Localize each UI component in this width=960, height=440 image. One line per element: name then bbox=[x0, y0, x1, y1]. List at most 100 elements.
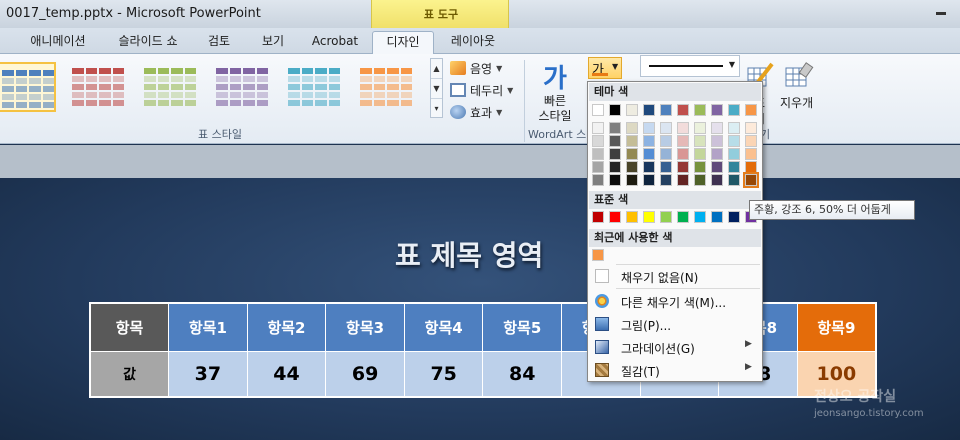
table-header-cell[interactable]: 항목1 bbox=[168, 302, 248, 352]
color-swatch[interactable] bbox=[660, 148, 672, 160]
color-swatch[interactable] bbox=[694, 174, 706, 186]
color-swatch[interactable] bbox=[711, 122, 723, 134]
color-swatch[interactable] bbox=[643, 135, 655, 147]
color-swatch[interactable] bbox=[745, 135, 757, 147]
quick-styles-button[interactable]: 빠른 스타일 bbox=[530, 94, 580, 124]
color-swatch[interactable] bbox=[728, 211, 740, 223]
table-style-thumb[interactable] bbox=[140, 62, 200, 112]
tab-layout[interactable]: 레이아웃 bbox=[440, 31, 506, 54]
color-swatch[interactable] bbox=[694, 122, 706, 134]
tab-acrobat[interactable]: Acrobat bbox=[304, 31, 366, 54]
tab-animations[interactable]: 애니메이션 bbox=[20, 31, 96, 54]
color-swatch[interactable] bbox=[694, 148, 706, 160]
color-swatch[interactable] bbox=[677, 104, 689, 116]
more-colors-item[interactable]: 다른 채우기 색(M)... bbox=[589, 290, 761, 312]
color-swatch[interactable] bbox=[643, 174, 655, 186]
table-header-cell[interactable]: 항목 bbox=[89, 302, 170, 352]
color-swatch[interactable] bbox=[711, 211, 723, 223]
table-value-cell[interactable]: 84 bbox=[482, 350, 563, 398]
tab-view[interactable]: 보기 bbox=[250, 31, 296, 54]
tab-design[interactable]: 디자인 bbox=[372, 31, 434, 55]
table-style-thumb[interactable] bbox=[284, 62, 344, 112]
picture-item[interactable]: 그림(P)... bbox=[589, 313, 761, 335]
color-swatch[interactable] bbox=[626, 104, 638, 116]
minimize-icon[interactable] bbox=[928, 2, 954, 20]
color-swatch[interactable] bbox=[728, 122, 740, 134]
table-header-cell[interactable]: 항목3 bbox=[325, 302, 405, 352]
color-swatch[interactable] bbox=[592, 174, 604, 186]
color-swatch[interactable] bbox=[592, 148, 604, 160]
color-swatch[interactable] bbox=[609, 104, 621, 116]
color-swatch[interactable] bbox=[609, 174, 621, 186]
color-swatch[interactable] bbox=[728, 104, 740, 116]
color-swatch[interactable] bbox=[677, 211, 689, 223]
color-swatch[interactable] bbox=[626, 148, 638, 160]
color-swatch[interactable] bbox=[660, 211, 672, 223]
color-swatch[interactable] bbox=[626, 122, 638, 134]
color-swatch[interactable] bbox=[592, 161, 604, 173]
color-swatch[interactable] bbox=[660, 174, 672, 186]
color-swatch[interactable] bbox=[728, 174, 740, 186]
color-swatch[interactable] bbox=[745, 161, 757, 173]
tab-slideshow[interactable]: 슬라이드 쇼 bbox=[108, 31, 188, 54]
color-swatch[interactable] bbox=[643, 104, 655, 116]
color-swatch[interactable] bbox=[694, 161, 706, 173]
borders-button[interactable]: 테두리 ▼ bbox=[450, 80, 513, 100]
tab-review[interactable]: 검토 bbox=[196, 31, 242, 54]
color-swatch[interactable] bbox=[609, 161, 621, 173]
table-value-cell[interactable]: 값 bbox=[89, 350, 170, 398]
no-fill-item[interactable]: 채우기 없음(N) bbox=[589, 265, 761, 287]
effects-button[interactable]: 효과 ▼ bbox=[450, 102, 502, 122]
table-style-thumb[interactable] bbox=[68, 62, 128, 112]
wordart-styles-icon[interactable]: 가 bbox=[543, 58, 579, 94]
color-swatch[interactable] bbox=[728, 161, 740, 173]
color-swatch[interactable] bbox=[711, 104, 723, 116]
scroll-up-icon[interactable]: ▲ bbox=[431, 59, 442, 79]
color-swatch[interactable] bbox=[728, 135, 740, 147]
text-fill-button[interactable]: 가 ▼ bbox=[588, 57, 622, 79]
table-style-thumb[interactable] bbox=[212, 62, 272, 112]
color-swatch[interactable] bbox=[592, 249, 604, 261]
color-swatch[interactable] bbox=[609, 148, 621, 160]
table-value-cell[interactable]: 44 bbox=[246, 350, 327, 398]
color-swatch[interactable] bbox=[743, 172, 759, 188]
color-swatch[interactable] bbox=[643, 161, 655, 173]
color-swatch[interactable] bbox=[677, 174, 689, 186]
color-swatch[interactable] bbox=[643, 148, 655, 160]
color-swatch[interactable] bbox=[592, 135, 604, 147]
color-swatch[interactable] bbox=[711, 148, 723, 160]
color-swatch[interactable] bbox=[626, 211, 638, 223]
color-swatch[interactable] bbox=[660, 161, 672, 173]
color-swatch[interactable] bbox=[660, 104, 672, 116]
color-swatch[interactable] bbox=[745, 122, 757, 134]
color-swatch[interactable] bbox=[660, 122, 672, 134]
table-style-thumb[interactable] bbox=[0, 62, 56, 112]
table-value-cell[interactable]: 37 bbox=[168, 350, 248, 398]
color-swatch[interactable] bbox=[592, 211, 604, 223]
color-swatch[interactable] bbox=[677, 148, 689, 160]
color-swatch[interactable] bbox=[609, 211, 621, 223]
slide-title[interactable]: 표 제목 영역 bbox=[395, 234, 543, 274]
table-style-thumb[interactable] bbox=[356, 62, 416, 112]
gallery-more-icon[interactable]: ▾ bbox=[431, 99, 442, 119]
color-swatch[interactable] bbox=[711, 174, 723, 186]
color-swatch[interactable] bbox=[728, 148, 740, 160]
color-swatch[interactable] bbox=[626, 161, 638, 173]
shading-button[interactable]: 음영 ▼ bbox=[450, 58, 502, 78]
table-header-cell[interactable]: 항목5 bbox=[482, 302, 563, 352]
gradient-item[interactable]: 그라데이션(G) ▶ bbox=[589, 336, 761, 358]
table-value-cell[interactable]: 69 bbox=[325, 350, 405, 398]
color-swatch[interactable] bbox=[609, 122, 621, 134]
color-swatch[interactable] bbox=[609, 135, 621, 147]
color-swatch[interactable] bbox=[677, 135, 689, 147]
scroll-down-icon[interactable]: ▼ bbox=[431, 79, 442, 99]
color-swatch[interactable] bbox=[745, 104, 757, 116]
color-swatch[interactable] bbox=[711, 135, 723, 147]
pen-style-select[interactable]: ▼ bbox=[640, 55, 740, 77]
color-swatch[interactable] bbox=[694, 211, 706, 223]
eraser-icon[interactable] bbox=[784, 62, 814, 90]
color-swatch[interactable] bbox=[660, 135, 672, 147]
texture-item[interactable]: 질감(T) ▶ bbox=[589, 359, 761, 381]
color-swatch[interactable] bbox=[677, 122, 689, 134]
table-header-cell[interactable]: 항목4 bbox=[403, 302, 484, 352]
